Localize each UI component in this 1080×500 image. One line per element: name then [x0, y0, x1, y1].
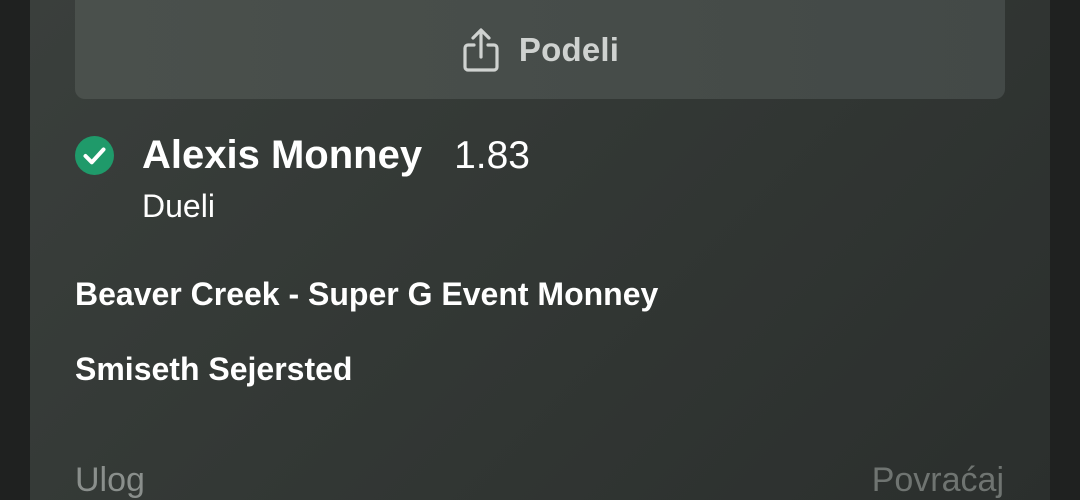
selection-name: Alexis Monney: [142, 133, 423, 177]
return-label: Povraćaj: [871, 461, 1004, 499]
market-name: Dueli: [142, 188, 215, 224]
stake-label: Ulog: [75, 461, 145, 499]
share-label: Podeli: [518, 30, 620, 68]
selection-row: Alexis Monney 1.83: [75, 133, 530, 178]
selection-odds: 1.83: [454, 133, 530, 177]
bet-card: Podeli Alexis Monney 1.83 Dueli Beaver C…: [30, 0, 1050, 500]
check-circle-icon: [75, 136, 114, 175]
share-button[interactable]: Podeli: [75, 0, 1005, 99]
share-icon: [461, 27, 501, 73]
opponent-name: Smiseth Sejersted: [75, 351, 353, 387]
event-name: Beaver Creek - Super G Event Monney: [75, 276, 659, 312]
